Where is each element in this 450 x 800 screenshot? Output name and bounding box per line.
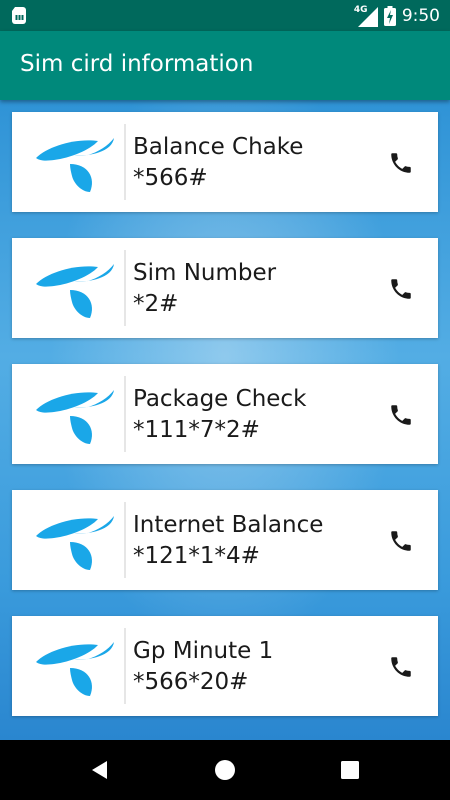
app-bar: Sim cird information — [0, 31, 450, 100]
phone-call-icon[interactable] — [388, 654, 414, 680]
back-icon[interactable] — [88, 758, 112, 782]
item-code: *111*7*2# — [133, 417, 260, 443]
list-item[interactable]: Gp Minute 1 *566*20# — [12, 616, 438, 716]
card-divider — [124, 628, 126, 704]
telenor-logo-icon — [36, 642, 114, 696]
telenor-logo-icon — [36, 516, 114, 570]
navigation-bar — [0, 740, 450, 800]
status-bar: 4G 9:50 — [0, 0, 450, 31]
card-divider — [124, 376, 126, 452]
item-title: Package Check — [133, 386, 307, 412]
list-item[interactable]: Sim Number *2# — [12, 238, 438, 338]
list-item[interactable]: Balance Chake *566# — [12, 112, 438, 212]
telenor-logo-icon — [36, 138, 114, 192]
network-signal-icon: 4G — [354, 5, 378, 27]
item-title: Gp Minute 1 — [133, 638, 274, 664]
list-item[interactable]: Internet Balance *121*1*4# — [12, 490, 438, 590]
sim-card-icon — [12, 7, 26, 24]
item-code: *566*20# — [133, 669, 249, 695]
item-title: Balance Chake — [133, 134, 304, 160]
phone-call-icon[interactable] — [388, 150, 414, 176]
item-title: Sim Number — [133, 260, 277, 286]
item-code: *2# — [133, 291, 179, 317]
item-code: *121*1*4# — [133, 543, 260, 569]
telenor-logo-icon — [36, 390, 114, 444]
clock: 9:50 — [401, 6, 440, 26]
item-title: Internet Balance — [133, 512, 324, 538]
recents-icon[interactable] — [338, 758, 362, 782]
phone-call-icon[interactable] — [388, 276, 414, 302]
list-item[interactable]: Package Check *111*7*2# — [12, 364, 438, 464]
phone-call-icon[interactable] — [388, 528, 414, 554]
battery-charging-icon — [383, 6, 396, 26]
phone-call-icon[interactable] — [388, 402, 414, 428]
item-code: *566# — [133, 165, 208, 191]
telenor-logo-icon — [36, 264, 114, 318]
app-title: Sim cird information — [20, 51, 254, 77]
card-divider — [124, 250, 126, 326]
card-divider — [124, 124, 126, 200]
card-divider — [124, 502, 126, 578]
code-list: Balance Chake *566# Sim Number *2# Packa… — [0, 100, 450, 740]
home-icon[interactable] — [213, 758, 237, 782]
